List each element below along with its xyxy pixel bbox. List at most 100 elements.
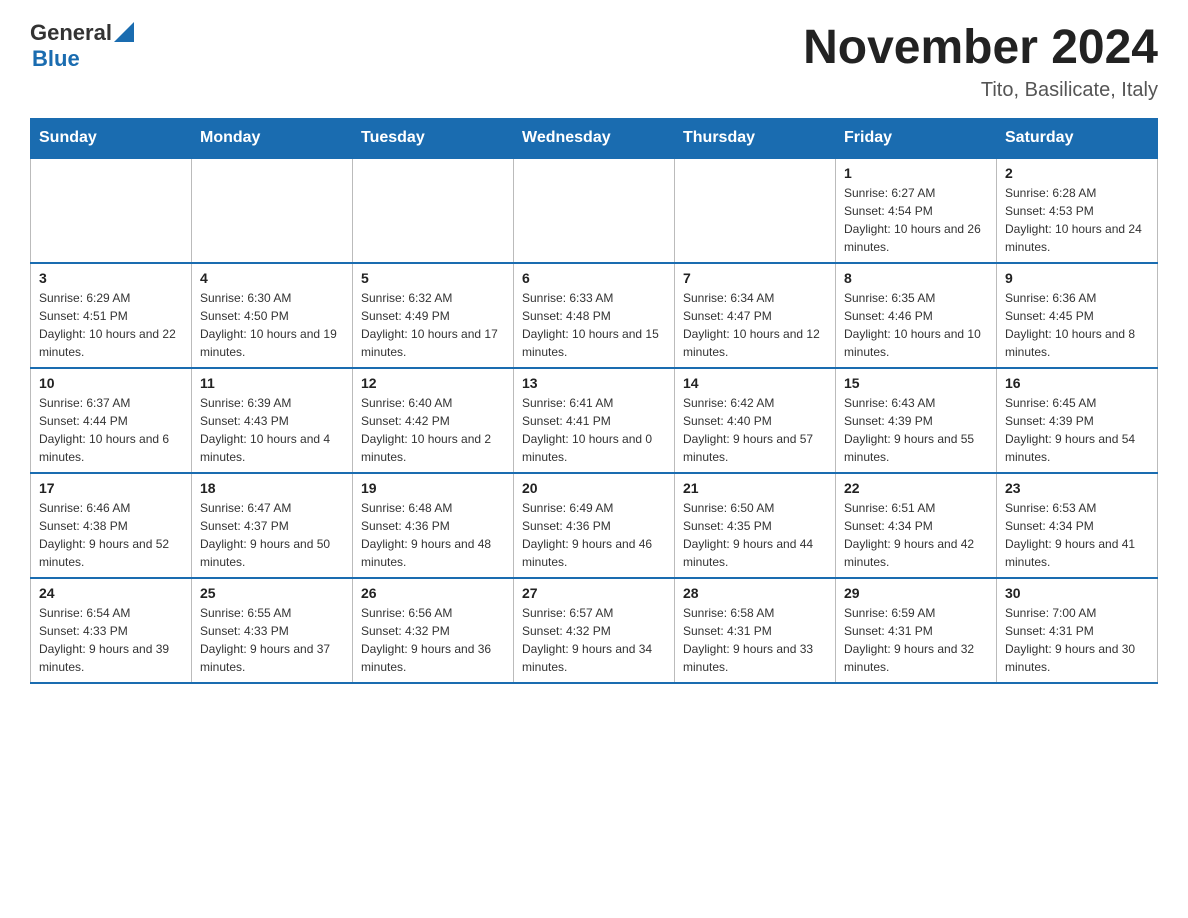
calendar-day-cell: 10 Sunrise: 6:37 AMSunset: 4:44 PMDayligh…: [31, 368, 192, 473]
calendar-day-cell: 24Sunrise: 6:54 AMSunset: 4:33 PMDayligh…: [31, 578, 192, 683]
calendar-day-cell: 22 Sunrise: 6:51 AMSunset: 4:34 PMDayligh…: [836, 473, 997, 578]
day-number: 23: [1005, 480, 1149, 496]
calendar-day-cell: 21 Sunrise: 6:50 AMSunset: 4:35 PMDayligh…: [675, 473, 836, 578]
day-info: Sunrise: 6:39 AMSunset: 4:43 PMDaylight:…: [200, 394, 344, 466]
logo-wrapper: General Blue: [30, 20, 134, 72]
day-number: 17: [39, 480, 183, 496]
calendar-week-row: 1Sunrise: 6:27 AMSunset: 4:54 PMDaylight…: [31, 158, 1158, 263]
calendar-day-cell: 17 Sunrise: 6:46 AMSunset: 4:38 PMDayligh…: [31, 473, 192, 578]
calendar-day-cell: [514, 158, 675, 263]
calendar-day-cell: 30 Sunrise: 7:00 AMSunset: 4:31 PMDayligh…: [997, 578, 1158, 683]
day-number: 30: [1005, 585, 1149, 601]
calendar-body: 1Sunrise: 6:27 AMSunset: 4:54 PMDaylight…: [31, 158, 1158, 683]
day-info: Sunrise: 6:34 AMSunset: 4:47 PMDaylight:…: [683, 289, 827, 361]
page-header: General Blue November 2024 Tito, Basilic…: [30, 20, 1158, 102]
day-of-week-header: Tuesday: [353, 119, 514, 159]
calendar-day-cell: [675, 158, 836, 263]
day-number: 3: [39, 270, 183, 286]
day-number: 25: [200, 585, 344, 601]
logo-triangle-icon: [114, 20, 134, 42]
calendar-day-cell: [192, 158, 353, 263]
day-number: 13: [522, 375, 666, 391]
day-number: 1: [844, 165, 988, 181]
day-number: 10: [39, 375, 183, 391]
calendar-day-cell: 28Sunrise: 6:58 AMSunset: 4:31 PMDayligh…: [675, 578, 836, 683]
calendar-day-cell: 11 Sunrise: 6:39 AMSunset: 4:43 PMDayligh…: [192, 368, 353, 473]
day-info: Sunrise: 6:59 AMSunset: 4:31 PMDaylight:…: [844, 604, 988, 676]
day-info: Sunrise: 6:33 AMSunset: 4:48 PMDaylight:…: [522, 289, 666, 361]
calendar-day-cell: 2Sunrise: 6:28 AMSunset: 4:53 PMDaylight…: [997, 158, 1158, 263]
day-info: Sunrise: 6:30 AMSunset: 4:50 PMDaylight:…: [200, 289, 344, 361]
day-number: 11: [200, 375, 344, 391]
day-of-week-header: Friday: [836, 119, 997, 159]
calendar-header: SundayMondayTuesdayWednesdayThursdayFrid…: [31, 119, 1158, 159]
day-of-week-header: Sunday: [31, 119, 192, 159]
calendar-day-cell: 25 Sunrise: 6:55 AMSunset: 4:33 PMDayligh…: [192, 578, 353, 683]
logo-line1: General: [30, 20, 134, 46]
calendar-day-cell: 15Sunrise: 6:43 AMSunset: 4:39 PMDayligh…: [836, 368, 997, 473]
day-number: 14: [683, 375, 827, 391]
days-of-week-row: SundayMondayTuesdayWednesdayThursdayFrid…: [31, 119, 1158, 159]
day-info: Sunrise: 6:51 AMSunset: 4:34 PMDaylight:…: [844, 499, 988, 571]
day-number: 22: [844, 480, 988, 496]
calendar-day-cell: 16 Sunrise: 6:45 AMSunset: 4:39 PMDayligh…: [997, 368, 1158, 473]
calendar-week-row: 3 Sunrise: 6:29 AMSunset: 4:51 PMDaylight…: [31, 263, 1158, 368]
day-number: 8: [844, 270, 988, 286]
calendar-day-cell: 1Sunrise: 6:27 AMSunset: 4:54 PMDaylight…: [836, 158, 997, 263]
calendar-day-cell: 20Sunrise: 6:49 AMSunset: 4:36 PMDayligh…: [514, 473, 675, 578]
day-number: 21: [683, 480, 827, 496]
day-number: 16: [1005, 375, 1149, 391]
day-info: Sunrise: 6:29 AMSunset: 4:51 PMDaylight:…: [39, 289, 183, 361]
calendar-day-cell: 6 Sunrise: 6:33 AMSunset: 4:48 PMDaylight…: [514, 263, 675, 368]
day-of-week-header: Thursday: [675, 119, 836, 159]
day-number: 6: [522, 270, 666, 286]
calendar-day-cell: [353, 158, 514, 263]
day-info: Sunrise: 6:41 AMSunset: 4:41 PMDaylight:…: [522, 394, 666, 466]
calendar-day-cell: 23 Sunrise: 6:53 AMSunset: 4:34 PMDayligh…: [997, 473, 1158, 578]
day-info: Sunrise: 6:40 AMSunset: 4:42 PMDaylight:…: [361, 394, 505, 466]
day-info: Sunrise: 6:56 AMSunset: 4:32 PMDaylight:…: [361, 604, 505, 676]
calendar-day-cell: 13 Sunrise: 6:41 AMSunset: 4:41 PMDayligh…: [514, 368, 675, 473]
day-number: 19: [361, 480, 505, 496]
day-number: 12: [361, 375, 505, 391]
logo-blue-text: Blue: [32, 46, 80, 71]
day-number: 7: [683, 270, 827, 286]
location-subtitle: Tito, Basilicate, Italy: [803, 79, 1158, 102]
day-number: 24: [39, 585, 183, 601]
day-info: Sunrise: 6:48 AMSunset: 4:36 PMDaylight:…: [361, 499, 505, 571]
calendar-week-row: 10 Sunrise: 6:37 AMSunset: 4:44 PMDayligh…: [31, 368, 1158, 473]
calendar-day-cell: 18Sunrise: 6:47 AMSunset: 4:37 PMDayligh…: [192, 473, 353, 578]
calendar-day-cell: 8 Sunrise: 6:35 AMSunset: 4:46 PMDaylight…: [836, 263, 997, 368]
day-info: Sunrise: 6:53 AMSunset: 4:34 PMDaylight:…: [1005, 499, 1149, 571]
calendar-table: SundayMondayTuesdayWednesdayThursdayFrid…: [30, 118, 1158, 684]
day-number: 5: [361, 270, 505, 286]
logo: General Blue: [30, 20, 134, 72]
calendar-day-cell: 9 Sunrise: 6:36 AMSunset: 4:45 PMDaylight…: [997, 263, 1158, 368]
day-info: Sunrise: 6:55 AMSunset: 4:33 PMDaylight:…: [200, 604, 344, 676]
calendar-day-cell: 19 Sunrise: 6:48 AMSunset: 4:36 PMDayligh…: [353, 473, 514, 578]
day-info: Sunrise: 6:57 AMSunset: 4:32 PMDaylight:…: [522, 604, 666, 676]
calendar-day-cell: 3 Sunrise: 6:29 AMSunset: 4:51 PMDaylight…: [31, 263, 192, 368]
day-number: 15: [844, 375, 988, 391]
calendar-day-cell: 12 Sunrise: 6:40 AMSunset: 4:42 PMDayligh…: [353, 368, 514, 473]
day-info: Sunrise: 6:36 AMSunset: 4:45 PMDaylight:…: [1005, 289, 1149, 361]
day-info: Sunrise: 6:46 AMSunset: 4:38 PMDaylight:…: [39, 499, 183, 571]
day-info: Sunrise: 6:49 AMSunset: 4:36 PMDaylight:…: [522, 499, 666, 571]
day-info: Sunrise: 6:32 AMSunset: 4:49 PMDaylight:…: [361, 289, 505, 361]
day-number: 2: [1005, 165, 1149, 181]
day-of-week-header: Wednesday: [514, 119, 675, 159]
day-info: Sunrise: 6:50 AMSunset: 4:35 PMDaylight:…: [683, 499, 827, 571]
day-info: Sunrise: 6:45 AMSunset: 4:39 PMDaylight:…: [1005, 394, 1149, 466]
logo-line2: Blue: [32, 46, 134, 72]
day-info: Sunrise: 6:35 AMSunset: 4:46 PMDaylight:…: [844, 289, 988, 361]
calendar-week-row: 17 Sunrise: 6:46 AMSunset: 4:38 PMDayligh…: [31, 473, 1158, 578]
day-info: Sunrise: 7:00 AMSunset: 4:31 PMDaylight:…: [1005, 604, 1149, 676]
calendar-day-cell: 29Sunrise: 6:59 AMSunset: 4:31 PMDayligh…: [836, 578, 997, 683]
calendar-week-row: 24Sunrise: 6:54 AMSunset: 4:33 PMDayligh…: [31, 578, 1158, 683]
calendar-day-cell: 27Sunrise: 6:57 AMSunset: 4:32 PMDayligh…: [514, 578, 675, 683]
day-info: Sunrise: 6:37 AMSunset: 4:44 PMDaylight:…: [39, 394, 183, 466]
calendar-day-cell: 5 Sunrise: 6:32 AMSunset: 4:49 PMDaylight…: [353, 263, 514, 368]
day-number: 9: [1005, 270, 1149, 286]
day-of-week-header: Monday: [192, 119, 353, 159]
day-info: Sunrise: 6:58 AMSunset: 4:31 PMDaylight:…: [683, 604, 827, 676]
